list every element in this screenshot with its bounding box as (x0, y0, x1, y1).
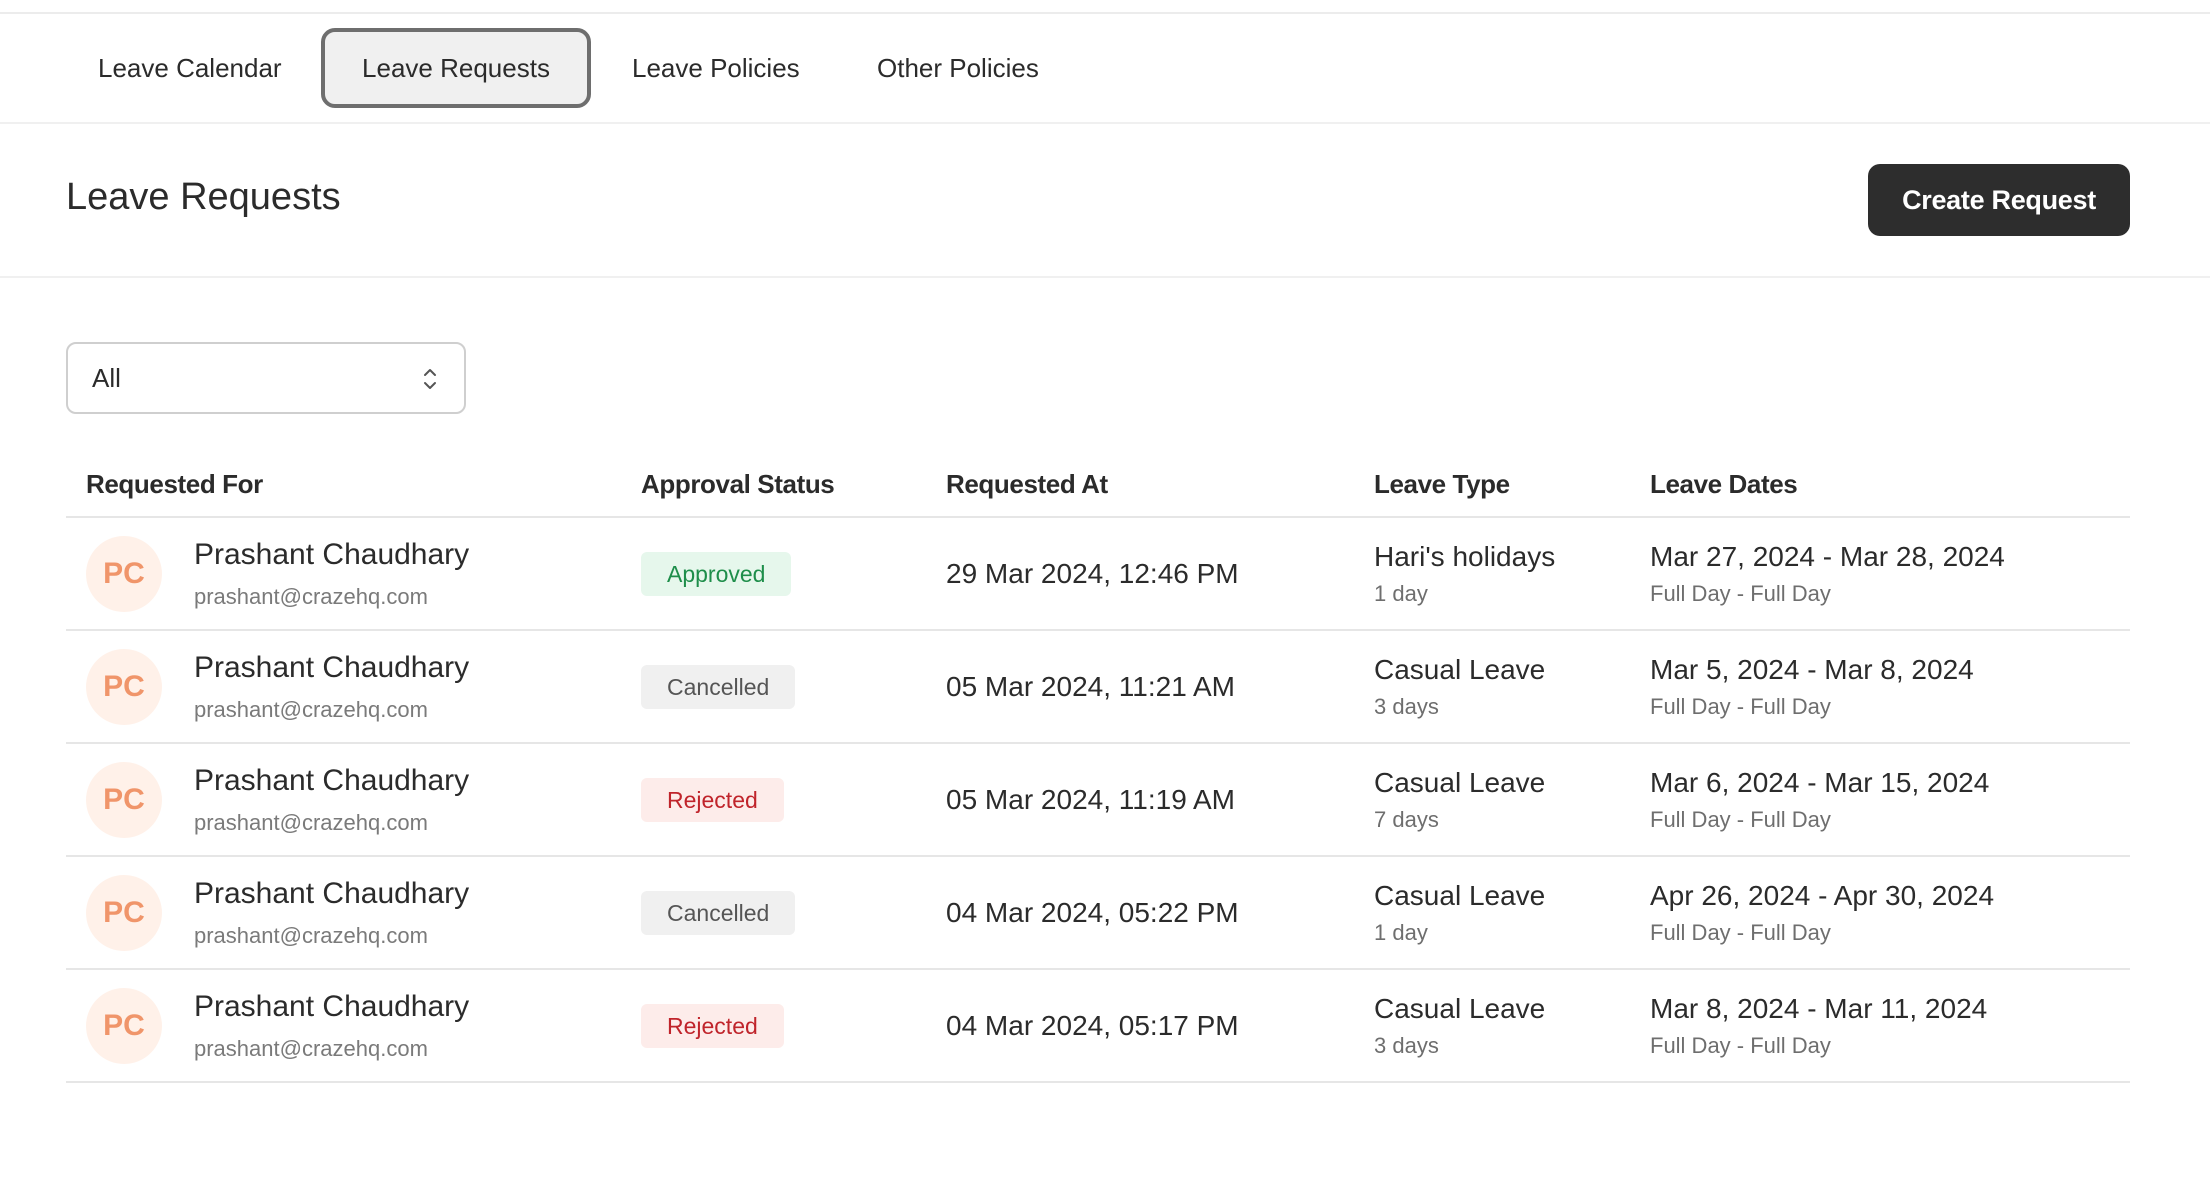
status-badge: Rejected (641, 778, 784, 822)
employee-name: Prashant Chaudhary (194, 877, 469, 911)
leave-day-type: Full Day - Full Day (1650, 920, 2130, 946)
employee-email: prashant@crazehq.com (194, 1036, 428, 1062)
requested-at: 04 Mar 2024, 05:17 PM (946, 1010, 1239, 1041)
leave-day-type: Full Day - Full Day (1650, 694, 2130, 720)
avatar: PC (86, 875, 162, 951)
leave-duration: 1 day (1374, 581, 1650, 607)
requested-for-cell: PC Prashant Chaudhary prashant@crazehq.c… (66, 970, 641, 1081)
table-header-row: Requested For Approval Status Requested … (66, 452, 2130, 517)
tab-bar: Leave Calendar Leave Requests Leave Poli… (0, 14, 2210, 124)
table-row[interactable]: PC Prashant Chaudhary prashant@crazehq.c… (66, 630, 2130, 743)
employee-email: prashant@crazehq.com (194, 923, 428, 949)
leave-day-type: Full Day - Full Day (1650, 1033, 2130, 1059)
requested-at: 04 Mar 2024, 05:22 PM (946, 897, 1239, 928)
leave-duration: 3 days (1374, 1033, 1650, 1059)
avatar: PC (86, 988, 162, 1064)
page-title: Leave Requests (66, 176, 341, 219)
requested-for-cell: PC Prashant Chaudhary prashant@crazehq.c… (66, 857, 641, 968)
leave-day-type: Full Day - Full Day (1650, 807, 2130, 833)
leave-duration: 1 day (1374, 920, 1650, 946)
page-header: Leave Requests Create Request (0, 124, 2210, 278)
leave-duration: 7 days (1374, 807, 1650, 833)
requested-at: 05 Mar 2024, 11:21 AM (946, 671, 1235, 702)
tab-leave-policies[interactable]: Leave Policies (632, 28, 800, 108)
tab-other-policies[interactable]: Other Policies (877, 28, 1039, 108)
leave-dates: Mar 6, 2024 - Mar 15, 2024 (1650, 767, 2130, 799)
status-badge: Cancelled (641, 891, 795, 935)
requested-at: 29 Mar 2024, 12:46 PM (946, 558, 1239, 589)
leave-type: Casual Leave (1374, 654, 1650, 686)
status-badge: Cancelled (641, 665, 795, 709)
leave-requests-table: Requested For Approval Status Requested … (66, 452, 2130, 1083)
column-header-requested-for: Requested For (66, 452, 641, 517)
employee-email: prashant@crazehq.com (194, 584, 428, 610)
create-request-button[interactable]: Create Request (1868, 164, 2130, 236)
employee-name: Prashant Chaudhary (194, 651, 469, 685)
leave-day-type: Full Day - Full Day (1650, 581, 2130, 607)
leave-dates: Mar 27, 2024 - Mar 28, 2024 (1650, 541, 2130, 573)
leave-type: Hari's holidays (1374, 541, 1650, 573)
avatar: PC (86, 536, 162, 612)
table-row[interactable]: PC Prashant Chaudhary prashant@crazehq.c… (66, 743, 2130, 856)
leave-dates: Mar 8, 2024 - Mar 11, 2024 (1650, 993, 2130, 1025)
requested-for-cell: PC Prashant Chaudhary prashant@crazehq.c… (66, 744, 641, 855)
requested-at: 05 Mar 2024, 11:19 AM (946, 784, 1235, 815)
employee-name: Prashant Chaudhary (194, 990, 469, 1024)
requested-for-cell: PC Prashant Chaudhary prashant@crazehq.c… (66, 518, 641, 629)
tab-leave-requests[interactable]: Leave Requests (321, 28, 591, 108)
column-header-leave-dates: Leave Dates (1650, 452, 2130, 517)
employee-name: Prashant Chaudhary (194, 538, 469, 572)
requested-for-cell: PC Prashant Chaudhary prashant@crazehq.c… (66, 631, 641, 742)
column-header-approval-status: Approval Status (641, 452, 946, 517)
status-badge: Approved (641, 552, 791, 596)
leave-dates: Mar 5, 2024 - Mar 8, 2024 (1650, 654, 2130, 686)
avatar: PC (86, 649, 162, 725)
table-row[interactable]: PC Prashant Chaudhary prashant@crazehq.c… (66, 517, 2130, 630)
leave-dates: Apr 26, 2024 - Apr 30, 2024 (1650, 880, 2130, 912)
employee-email: prashant@crazehq.com (194, 810, 428, 836)
status-filter-select[interactable]: All (66, 342, 466, 414)
column-header-leave-type: Leave Type (1374, 452, 1650, 517)
tab-leave-calendar[interactable]: Leave Calendar (98, 28, 282, 108)
status-filter-value: All (92, 344, 121, 412)
employee-name: Prashant Chaudhary (194, 764, 469, 798)
avatar: PC (86, 762, 162, 838)
employee-email: prashant@crazehq.com (194, 697, 428, 723)
leave-type: Casual Leave (1374, 993, 1650, 1025)
column-header-requested-at: Requested At (946, 452, 1374, 517)
leave-duration: 3 days (1374, 694, 1650, 720)
leave-type: Casual Leave (1374, 880, 1650, 912)
chevron-up-down-icon (422, 366, 438, 392)
table-row[interactable]: PC Prashant Chaudhary prashant@crazehq.c… (66, 969, 2130, 1082)
status-badge: Rejected (641, 1004, 784, 1048)
leave-type: Casual Leave (1374, 767, 1650, 799)
table-row[interactable]: PC Prashant Chaudhary prashant@crazehq.c… (66, 856, 2130, 969)
